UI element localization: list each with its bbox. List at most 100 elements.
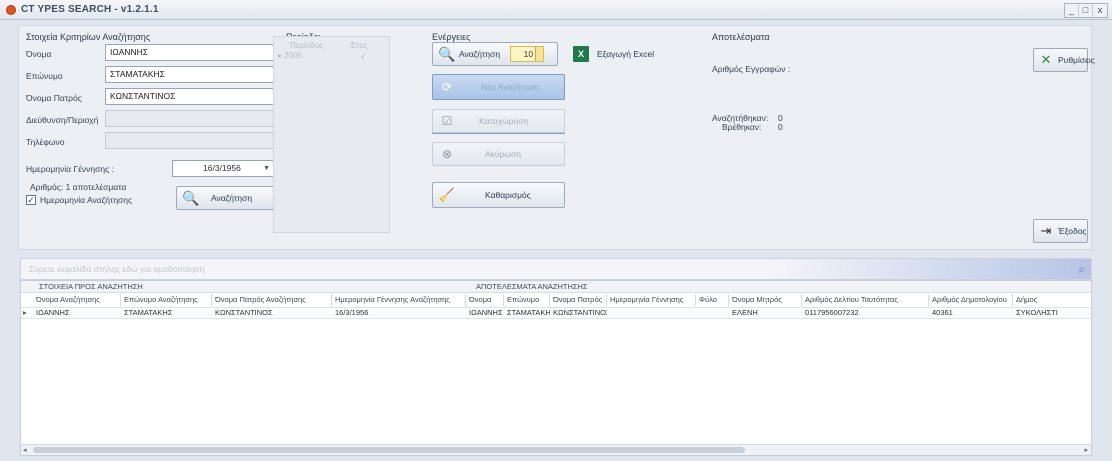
- cancel-icon: ⊗: [441, 147, 453, 161]
- periods-row-check-icon: ✓: [360, 51, 368, 61]
- results-grid[interactable]: ΣΤΟΙΧΕΙΑ ΠΡΟΣ ΑΝΑΖΗΤΗΣΗ ΑΠΟΤΕΛΕΣΜΑΤΑ ΑΝΑ…: [20, 280, 1092, 456]
- chevron-down-icon: ▼: [263, 165, 270, 172]
- table-cell[interactable]: ΕΛΕΝΗ: [729, 307, 802, 319]
- scroll-right-icon[interactable]: ▸: [1084, 446, 1088, 454]
- close-button[interactable]: x: [1093, 4, 1107, 17]
- col-header[interactable]: Ημερομηνία Γέννησης Αναζήτησης: [332, 294, 466, 306]
- periods-col-period: Περίοδος: [290, 41, 323, 50]
- exit-label: Έξοδος: [1058, 226, 1087, 236]
- col-header[interactable]: Επώνυμο Αναζήτησης: [121, 294, 212, 306]
- spinner-arrows-icon[interactable]: [535, 47, 544, 61]
- name-field[interactable]: ΙΩΑΝΝΗΣ: [105, 44, 275, 61]
- col-header[interactable]: Όνομα: [466, 294, 504, 306]
- scrollbar-thumb[interactable]: [33, 447, 745, 453]
- periods-row[interactable]: ▸ 2005: [278, 51, 302, 60]
- title-bar: CT YPES SEARCH - v1.2.1.1 _ □ x: [0, 0, 1112, 20]
- table-cell[interactable]: 16/3/1956: [332, 307, 466, 319]
- table-cell[interactable]: ΚΩΝΣΤΑΝΤΙΝΟΣ: [550, 307, 607, 319]
- table-cell[interactable]: 0117956007232: [802, 307, 929, 319]
- address-field[interactable]: [105, 110, 275, 127]
- col-header[interactable]: Αριθμός Δελτίου Ταυτότητας: [802, 294, 929, 306]
- birthdate-value: 16/3/1956: [203, 163, 241, 173]
- records-count-label: Αριθμός Εγγραφών :: [712, 64, 791, 74]
- criteria-search-label: Αναζήτηση: [211, 193, 253, 203]
- refresh-icon: ⟳: [441, 80, 453, 94]
- row-indicator-icon: ▸: [23, 308, 27, 317]
- settings-button[interactable]: ✕ Ρυθμίσεις: [1033, 48, 1095, 72]
- col-header[interactable]: Όνομα Πατρός Αναζήτησης: [212, 294, 332, 306]
- table-cell[interactable]: 40361: [929, 307, 1013, 319]
- cancel-button[interactable]: ⊗ Ακύρωση: [432, 142, 565, 166]
- results-title: Αποτελέσματα: [712, 32, 770, 42]
- surname-field[interactable]: ΣΤΑΜΑΤΑΚΗΣ: [105, 66, 275, 83]
- action-search-button[interactable]: 🔍 Αναζήτηση 10: [432, 42, 558, 66]
- export-excel-label: Εξαγωγή Excel: [597, 49, 655, 59]
- col-header[interactable]: Όνομα Πατρός: [550, 294, 607, 306]
- results-limit-value: 10: [523, 49, 534, 59]
- criteria-search-button[interactable]: 🔍 Αναζήτηση: [176, 186, 274, 210]
- window-title: CT YPES SEARCH - v1.2.1.1: [21, 4, 159, 15]
- periods-col-year: Έτος: [350, 41, 368, 50]
- col-header[interactable]: Αριθμός Δημοτολογίου: [929, 294, 1013, 306]
- app-icon: [6, 5, 16, 15]
- search-icon: 🔍: [182, 189, 200, 206]
- col-header[interactable]: Ημερομηνία Γέννησης: [607, 294, 696, 306]
- criteria-title: Στοιχεία Κριτηρίων Αναζήτησης: [26, 32, 151, 42]
- address-label: Διεύθυνση/Περιοχή: [26, 115, 99, 125]
- grid-search-placeholder: Σύρετε κεφαλίδα στήλης εδώ για ομαδοποίη…: [29, 264, 205, 274]
- tools-icon: ✕: [1040, 52, 1052, 67]
- found-value: 0: [778, 122, 783, 132]
- new-search-label: Νέα Αναζήτηση: [481, 82, 539, 92]
- phone-label: Τηλέφωνο: [26, 137, 65, 147]
- table-cell[interactable]: [607, 307, 696, 319]
- register-label: Καταχώρηση: [479, 116, 529, 126]
- table-cell[interactable]: ΚΩΝΣΤΑΝΤΙΝΟΣ: [212, 307, 332, 319]
- search-icon: 🔍: [438, 45, 456, 62]
- table-cell[interactable]: ΣΤΑΜΑΤΑΚΗΣ: [121, 307, 212, 319]
- table-cell[interactable]: ΙΩΑΝΝΗΣ: [466, 307, 504, 319]
- col-header[interactable]: Επώνυμο: [504, 294, 550, 306]
- exit-icon: ⇥: [1040, 223, 1052, 238]
- maximize-button[interactable]: □: [1079, 4, 1093, 17]
- horizontal-scrollbar[interactable]: ◂ ▸: [21, 444, 1091, 455]
- name-label: Όνομα: [26, 49, 52, 59]
- scroll-left-icon[interactable]: ◂: [23, 446, 27, 454]
- export-excel-button[interactable]: X Εξαγωγή Excel: [568, 42, 680, 66]
- excel-icon: X: [573, 46, 589, 62]
- minimize-button[interactable]: _: [1065, 4, 1079, 17]
- clear-label: Καθαρισμός: [485, 190, 531, 200]
- grid-search-bar[interactable]: Σύρετε κεφαλίδα στήλης εδώ για ομαδοποίη…: [20, 258, 1092, 280]
- father-name-label: Όνομα Πατρός: [26, 93, 82, 103]
- periods-list[interactable]: Περίοδος Έτος ▸ 2005 ✓: [273, 36, 390, 233]
- surname-label: Επώνυμο: [26, 71, 63, 81]
- clear-button[interactable]: 🧹 Καθαρισμός: [432, 182, 565, 208]
- table-cell[interactable]: [696, 307, 729, 319]
- table-cell[interactable]: ΙΩΑΝΝΗΣ: [33, 307, 121, 319]
- col-header[interactable]: Φύλο: [696, 294, 729, 306]
- birthdate-picker[interactable]: 16/3/1956 ▼: [172, 160, 275, 177]
- col-header[interactable]: Όνομα Μητρός: [729, 294, 802, 306]
- col-header[interactable]: Όνομα Αναζήτησης: [33, 294, 121, 306]
- col-header[interactable]: Δήμος: [1013, 294, 1091, 306]
- action-search-label: Αναζήτηση: [459, 49, 501, 59]
- new-search-button[interactable]: ⟳ Νέα Αναζήτηση: [432, 74, 565, 100]
- periods-row-year: 2005: [284, 51, 303, 60]
- found-label: Βρέθηκαν:: [722, 122, 762, 132]
- search-icon[interactable]: ⌕: [1078, 262, 1085, 277]
- table-cell[interactable]: ΣΤΑΜΑΤΑΚΗΣ: [504, 307, 550, 319]
- register-button[interactable]: ☑ Καταχώρηση: [432, 109, 565, 133]
- results-limit-spinner[interactable]: 10: [510, 46, 545, 62]
- actions-title: Ενέργειες: [432, 32, 471, 42]
- exit-button[interactable]: ⇥ Έξοδος: [1033, 219, 1088, 243]
- table-cell[interactable]: ΣΥΚΟΛΗΣΤΙ: [1013, 307, 1091, 319]
- advanced-search-label: Ημερομηνία Αναζήτησης: [40, 195, 133, 205]
- advanced-search-checkbox[interactable]: ✓: [26, 195, 36, 205]
- checklist-icon: ☑: [441, 114, 453, 128]
- phone-field[interactable]: [105, 132, 275, 149]
- father-name-field[interactable]: ΚΩΝΣΤΑΝΤΙΝΟΣ: [105, 88, 275, 105]
- group-header-results: ΑΠΟΤΕΛΕΣΜΑΤΑ ΑΝΑΖΗΤΗΣΗΣ: [476, 282, 588, 291]
- advanced-search-toggle[interactable]: ✓ Ημερομηνία Αναζήτησης: [26, 195, 132, 205]
- broom-icon: 🧹: [438, 187, 456, 202]
- results-count: Αριθμός: 1 αποτελέσματα: [30, 182, 127, 192]
- cancel-label: Ακύρωση: [485, 149, 522, 159]
